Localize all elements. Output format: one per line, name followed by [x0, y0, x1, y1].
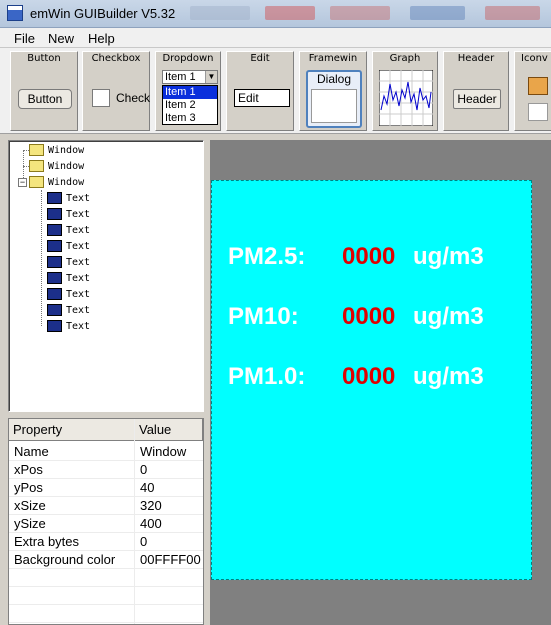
property-table[interactable]: Property Value Name Window xPos 0 yPos 40 x… — [8, 418, 204, 625]
app-icon — [528, 77, 548, 95]
text-widget-icon — [47, 192, 62, 204]
graph-preview-icon — [379, 70, 433, 126]
table-row[interactable]: Background color 00FFFF00 — [9, 551, 203, 569]
column-header-property[interactable]: Property — [9, 419, 135, 441]
column-header-value[interactable]: Value — [135, 419, 203, 441]
text-widget-icon — [47, 208, 62, 220]
tool-title: Button — [27, 53, 61, 64]
tool-iconview[interactable]: Iconv — [514, 51, 551, 131]
app-icon — [7, 5, 23, 21]
list-item: Item 2 — [165, 99, 196, 111]
collapse-icon[interactable]: − — [18, 178, 27, 187]
tree-node[interactable]: Text — [47, 238, 90, 254]
tool-title: Graph — [389, 53, 421, 64]
menu-file[interactable]: File — [14, 31, 35, 46]
widget-toolbar: Button Button Checkbox Check Dropdown It… — [0, 48, 551, 134]
tool-graph[interactable]: Graph — [372, 51, 438, 131]
tool-title: Framewin — [308, 53, 358, 64]
tool-title: Edit — [250, 53, 270, 64]
dropdown-selected: Item 1 — [165, 71, 196, 83]
menu-bar: File New Help — [0, 28, 551, 48]
pm10-unit[interactable]: ug/m3 — [413, 303, 484, 331]
framewin-caption: Dialog — [316, 72, 352, 86]
table-row-empty — [9, 587, 203, 605]
chevron-down-icon: ▼ — [205, 71, 217, 83]
tree-node[interactable]: Text — [47, 190, 90, 206]
list-item: Item 3 — [165, 112, 196, 124]
tree-node[interactable]: Text — [47, 254, 90, 270]
pm25-value[interactable]: 0000 — [342, 243, 395, 271]
text-widget-icon — [47, 288, 62, 300]
tree-node[interactable]: Text — [47, 270, 90, 286]
tree-node[interactable]: Text — [47, 286, 90, 302]
pm10-value[interactable]: 0000 — [342, 303, 395, 331]
pm25-unit[interactable]: ug/m3 — [413, 243, 484, 271]
tree-node[interactable]: Text — [47, 302, 90, 318]
tool-button[interactable]: Button Button — [10, 51, 78, 131]
table-row[interactable]: xPos 0 — [9, 461, 203, 479]
table-row[interactable]: Extra bytes 0 — [9, 533, 203, 551]
dropdown-box: Item 1 ▼ — [162, 70, 218, 84]
pm10-label[interactable]: PM1.0: — [228, 363, 305, 391]
tool-checkbox[interactable]: Checkbox Check — [82, 51, 150, 131]
text-widget-icon — [47, 224, 62, 236]
blurred-background-area — [410, 6, 465, 20]
chart-icon — [528, 103, 548, 121]
list-item: Item 1 — [163, 86, 217, 99]
pm10-label[interactable]: PM10: — [228, 303, 299, 331]
tool-title: Header — [457, 53, 495, 64]
tool-title: Iconv — [521, 53, 548, 64]
tool-header[interactable]: Header Header — [443, 51, 509, 131]
tool-title: Checkbox — [91, 53, 141, 64]
tree-node[interactable]: Window — [29, 142, 84, 158]
button-preview: Button — [18, 89, 72, 109]
checkbox-label: Check — [116, 91, 151, 105]
tool-framewin[interactable]: Framewin Dialog — [299, 51, 367, 131]
text-widget-icon — [47, 304, 62, 316]
menu-new[interactable]: New — [48, 31, 74, 46]
window-title: emWin GUIBuilder V5.32 — [30, 6, 176, 21]
folder-icon — [29, 160, 44, 172]
folder-icon — [29, 144, 44, 156]
text-widget-icon — [47, 320, 62, 332]
preview-window[interactable]: PM2.5: 0000 ug/m3 PM10: 0000 ug/m3 PM1.0… — [211, 180, 532, 580]
blurred-background-area — [265, 6, 315, 20]
folder-icon — [29, 176, 44, 188]
tool-edit[interactable]: Edit Edit — [226, 51, 294, 131]
title-bar: emWin GUIBuilder V5.32 — [0, 0, 551, 28]
text-widget-icon — [47, 272, 62, 284]
blurred-background-area — [485, 6, 540, 20]
framewin-client — [311, 89, 357, 123]
header-preview: Header — [453, 89, 501, 109]
tree-node[interactable]: Text — [47, 318, 90, 334]
tool-title: Dropdown — [162, 53, 214, 64]
tree-node[interactable]: Window — [29, 158, 84, 174]
table-row[interactable]: xSize 320 — [9, 497, 203, 515]
tree-node[interactable]: Text — [47, 222, 90, 238]
blurred-background-area — [190, 6, 250, 20]
menu-help[interactable]: Help — [88, 31, 115, 46]
blurred-background-area — [330, 6, 390, 20]
tool-dropdown[interactable]: Dropdown Item 1 ▼ Item 1 Item 2 Item 3 — [155, 51, 221, 131]
checkbox-icon — [92, 89, 110, 107]
table-row-empty — [9, 605, 203, 623]
widget-tree[interactable]: − Window Window Window Text Text Text Te… — [8, 140, 204, 412]
text-widget-icon — [47, 240, 62, 252]
dropdown-list: Item 1 Item 2 Item 3 — [162, 85, 218, 125]
tree-node-selected-window[interactable]: Window — [29, 174, 84, 190]
text-widget-icon — [47, 256, 62, 268]
table-row[interactable]: yPos 40 — [9, 479, 203, 497]
tree-node[interactable]: Text — [47, 206, 90, 222]
pm1-unit[interactable]: ug/m3 — [413, 363, 484, 391]
table-row[interactable]: Name Window — [9, 443, 203, 461]
framewin-preview: Dialog — [306, 70, 362, 128]
pm1-value[interactable]: 0000 — [342, 363, 395, 391]
table-row[interactable]: ySize 400 — [9, 515, 203, 533]
edit-preview: Edit — [234, 89, 290, 107]
pm25-label[interactable]: PM2.5: — [228, 243, 305, 271]
table-row-empty — [9, 569, 203, 587]
